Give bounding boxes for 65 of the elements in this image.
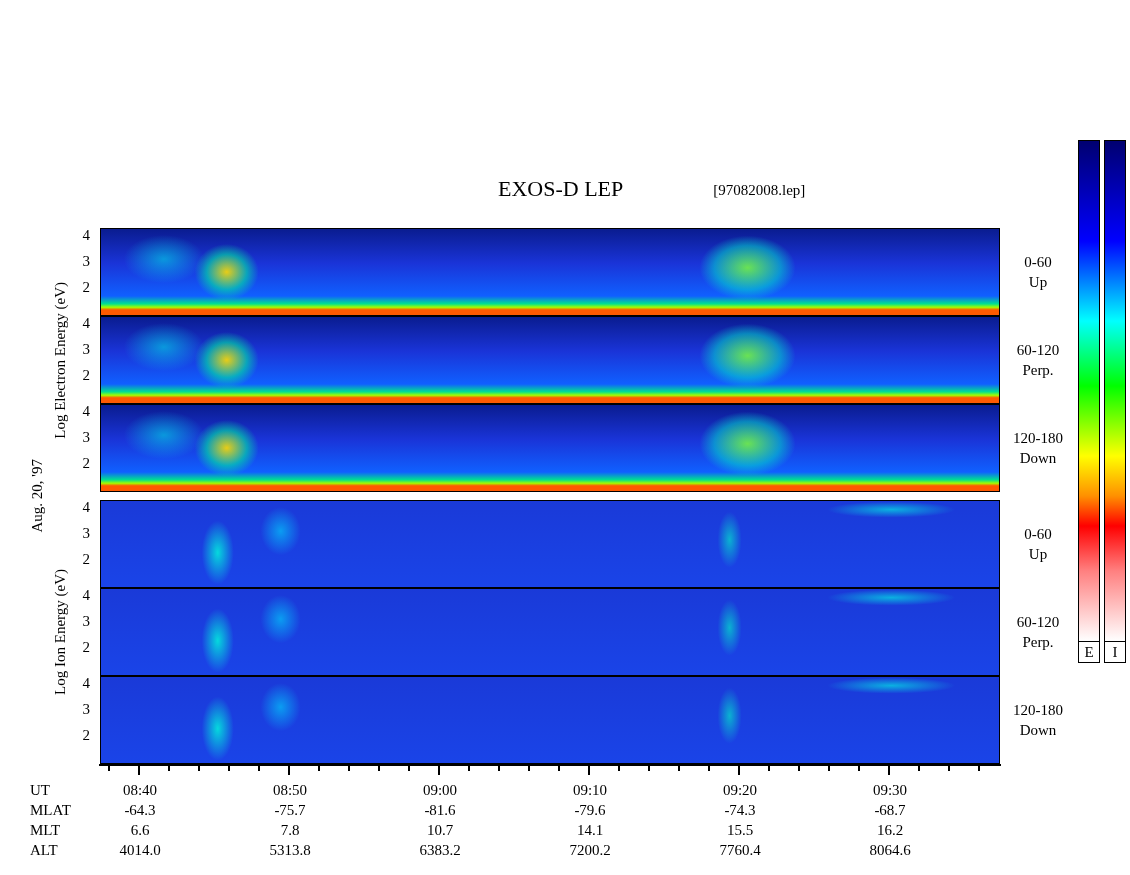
pitch-angle-label: Perp. bbox=[1022, 361, 1054, 380]
pitch-angle-label: 120-180 bbox=[1013, 701, 1063, 720]
axis-value: 08:40 bbox=[121, 781, 159, 800]
axis-label: Log Ion Energy (eV) bbox=[51, 569, 69, 695]
pitch-angle-label: 0-60 bbox=[1024, 253, 1052, 272]
axis-value: 09:00 bbox=[421, 781, 459, 800]
axis-value: 08:50 bbox=[271, 781, 309, 800]
axis-value: 10.7 bbox=[425, 821, 455, 840]
row-label: ALT bbox=[30, 841, 59, 860]
tick-label: 4 bbox=[82, 402, 90, 421]
tick-label: 2 bbox=[82, 726, 90, 745]
tick-label: 4 bbox=[82, 498, 90, 517]
axis-value: -68.7 bbox=[873, 801, 907, 820]
row-label: UT bbox=[30, 781, 51, 800]
tick-label: 3 bbox=[82, 524, 90, 543]
tick-label: 3 bbox=[82, 612, 90, 631]
axis-value: 15.5 bbox=[725, 821, 755, 840]
axis-value: 7200.2 bbox=[568, 841, 612, 860]
tick-label: 4 bbox=[82, 674, 90, 693]
pitch-angle-label: Down bbox=[1019, 721, 1057, 740]
axis-value: 09:30 bbox=[871, 781, 909, 800]
axis-value: 5313.8 bbox=[268, 841, 312, 860]
axis-value: -75.7 bbox=[273, 801, 307, 820]
tick-label: 3 bbox=[82, 428, 90, 447]
file-name: [97082008.lep] bbox=[713, 181, 806, 199]
tick-label: 3 bbox=[82, 700, 90, 719]
pitch-angle-label: 0-60 bbox=[1024, 525, 1052, 544]
tick-label: 2 bbox=[82, 550, 90, 569]
axis-value: 6.6 bbox=[129, 821, 151, 840]
axis-value: 6383.2 bbox=[418, 841, 462, 860]
axis-value: 4014.0 bbox=[118, 841, 162, 860]
axis-value: -81.6 bbox=[423, 801, 457, 820]
axis-value: 8064.6 bbox=[868, 841, 912, 860]
axis-value: 14.1 bbox=[575, 821, 605, 840]
pitch-angle-label: 60-120 bbox=[1016, 341, 1060, 360]
axis-label: Log Electron Energy (eV) bbox=[51, 281, 69, 439]
pitch-angle-label: 120-180 bbox=[1013, 429, 1063, 448]
row-label: MLAT bbox=[30, 801, 72, 820]
pitch-angle-label: Up bbox=[1028, 273, 1048, 292]
axis-value: -64.3 bbox=[123, 801, 157, 820]
date-label: Aug. 20, '97 bbox=[29, 459, 46, 533]
tick-label: 2 bbox=[82, 278, 90, 297]
tick-label: 3 bbox=[82, 340, 90, 359]
axis-value: -79.6 bbox=[573, 801, 607, 820]
tick-label: 4 bbox=[82, 586, 90, 605]
pitch-angle-label: Perp. bbox=[1022, 633, 1054, 652]
pitch-angle-label: 60-120 bbox=[1016, 613, 1060, 632]
color-scale-label: I bbox=[1104, 642, 1126, 663]
axis-value: 09:20 bbox=[721, 781, 759, 800]
axis-value: 7.8 bbox=[279, 821, 301, 840]
color-scale-label: E bbox=[1078, 642, 1100, 663]
axis-value: 7760.4 bbox=[718, 841, 762, 860]
tick-label: 4 bbox=[82, 226, 90, 245]
plot-title: EXOS-D LEP bbox=[498, 176, 624, 202]
axis-value: 16.2 bbox=[875, 821, 905, 840]
tick-label: 2 bbox=[82, 454, 90, 473]
row-label: MLT bbox=[30, 821, 62, 840]
pitch-angle-label: Down bbox=[1019, 449, 1057, 468]
tick-label: 2 bbox=[82, 366, 90, 385]
tick-label: 4 bbox=[82, 314, 90, 333]
tick-label: 2 bbox=[82, 638, 90, 657]
pitch-angle-label: Up bbox=[1028, 545, 1048, 564]
axis-value: 09:10 bbox=[571, 781, 609, 800]
tick-label: 3 bbox=[82, 252, 90, 271]
axis-value: -74.3 bbox=[723, 801, 757, 820]
